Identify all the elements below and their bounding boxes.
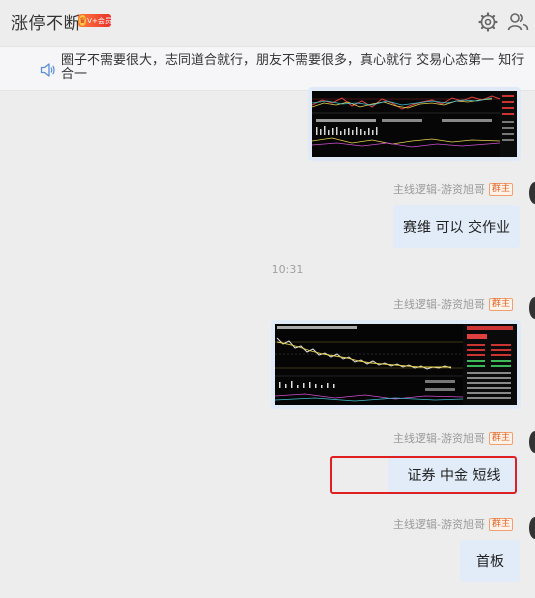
avatar[interactable]: [529, 297, 535, 319]
sender-name: 主线逻辑-游资旭哥: [393, 518, 485, 531]
vip-badge-label: V+会员: [87, 16, 112, 25]
sender-info: 主线逻辑-游资旭哥 群主: [393, 430, 513, 446]
stock-chart-image[interactable]: [271, 320, 521, 409]
stock-chart-thumbnail: [275, 324, 517, 405]
message-list[interactable]: 主线逻辑-游资旭哥 群主 赛维 可以 交作业 10:31 主线逻辑-游资旭哥 群…: [0, 87, 535, 598]
avatar[interactable]: [529, 517, 535, 539]
sender-info: 主线逻辑-游资旭哥 群主: [393, 516, 513, 532]
gear-icon[interactable]: [478, 12, 498, 32]
sender-info: 主线逻辑-游资旭哥 群主: [393, 181, 513, 197]
highlight-box: [330, 456, 517, 494]
message-timestamp: 10:31: [271, 263, 304, 276]
vip-badge: ♛ V+会员: [78, 14, 112, 27]
owner-badge: 群主: [488, 182, 513, 196]
stock-chart-image[interactable]: [308, 87, 521, 161]
owner-badge: 群主: [488, 297, 513, 311]
owner-badge: 群主: [488, 431, 513, 445]
speaker-icon: [40, 63, 55, 77]
stock-chart-thumbnail: [312, 91, 517, 157]
notice-text: 圈子不需要很大，志同道合就行，朋友不需要很多，真心就行 交易心态第一 知行合一: [61, 53, 525, 82]
crown-icon: ♛: [79, 15, 87, 26]
sender-info: 主线逻辑-游资旭哥 群主: [393, 296, 513, 312]
sender-name: 主线逻辑-游资旭哥: [393, 432, 485, 445]
message-bubble[interactable]: 首板: [460, 540, 520, 582]
group-members-icon[interactable]: [507, 11, 529, 33]
avatar[interactable]: [529, 431, 535, 453]
owner-badge: 群主: [488, 517, 513, 531]
group-notice[interactable]: 圈子不需要很大，志同道合就行，朋友不需要很多，真心就行 交易心态第一 知行合一: [0, 46, 535, 91]
sender-name: 主线逻辑-游资旭哥: [393, 183, 485, 196]
chat-header: 涨停不断 ♛ V+会员: [0, 0, 535, 46]
sender-name: 主线逻辑-游资旭哥: [393, 298, 485, 311]
message-bubble[interactable]: 赛维 可以 交作业: [393, 205, 520, 248]
group-title: 涨停不断: [11, 14, 81, 34]
avatar[interactable]: [529, 182, 535, 204]
